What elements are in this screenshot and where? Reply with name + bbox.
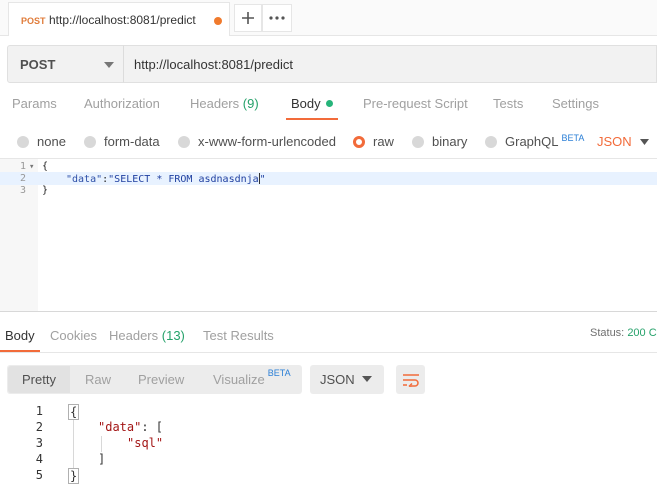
line-number: 2 — [35, 420, 43, 434]
request-tab-method: POST — [21, 16, 46, 26]
response-format-label: JSON — [320, 372, 355, 387]
tab-body[interactable]: Body — [291, 96, 333, 111]
new-tab-button[interactable] — [234, 4, 262, 32]
more-horizontal-icon — [269, 16, 285, 20]
response-line-1: { — [68, 404, 80, 420]
radio-raw-label: raw — [373, 134, 394, 149]
chevron-down-icon — [362, 376, 372, 382]
response-tab-headers[interactable]: Headers (13) — [109, 328, 185, 343]
url-input[interactable]: http://localhost:8081/predict — [123, 45, 657, 83]
tab-prerequest-script[interactable]: Pre-request Script — [363, 96, 468, 111]
radio-circle — [412, 135, 424, 148]
more-tabs-button[interactable] — [262, 4, 292, 32]
fold-arrow-icon[interactable]: ▾ — [29, 162, 34, 172]
request-tab-url: http://localhost:8081/predict — [49, 13, 196, 27]
json-punct: : [ — [141, 420, 164, 434]
indent-guide — [101, 436, 102, 452]
tab-body-label: Body — [291, 96, 321, 111]
chevron-down-icon — [104, 62, 114, 68]
json-key: "data" — [98, 420, 142, 434]
radio-binary-label: binary — [432, 134, 468, 149]
line-number: 3 — [35, 436, 43, 450]
wrap-lines-button[interactable] — [396, 365, 425, 394]
body-indicator-dot-icon — [325, 100, 333, 107]
code-line-3: } — [42, 185, 49, 196]
status-indicator: Status: 200 C — [590, 327, 657, 339]
response-line-4: ] — [98, 452, 106, 466]
method-select[interactable]: POST — [7, 45, 124, 83]
response-line-2: "data": [ — [98, 420, 163, 434]
radio-none-label: none — [37, 134, 66, 149]
radio-binary[interactable]: binary — [412, 134, 467, 149]
radio-circle — [485, 135, 497, 148]
line-number: 4 — [35, 452, 43, 466]
view-visualize-label: Visualize — [213, 372, 265, 387]
radio-form-data[interactable]: form-data — [84, 134, 160, 149]
unsaved-dot-icon — [214, 17, 222, 25]
status-label: Status: — [590, 327, 625, 339]
tab-settings[interactable]: Settings — [552, 96, 599, 111]
view-pretty-button[interactable]: Pretty — [22, 372, 56, 387]
active-tab-underline — [286, 118, 338, 120]
method-select-label: POST — [20, 57, 56, 72]
radio-circle — [178, 135, 190, 148]
radio-circle-selected — [353, 135, 365, 148]
response-line-3: "sql" — [127, 436, 164, 450]
line-number: 1 — [19, 161, 26, 172]
tab-headers-label: Headers — [190, 96, 240, 111]
response-format-select[interactable]: JSON — [310, 365, 384, 394]
tab-headers[interactable]: Headers (9) — [190, 96, 259, 111]
indent-guide — [73, 420, 74, 468]
radio-urlencoded-label: x-www-form-urlencoded — [198, 134, 336, 149]
tab-authorization[interactable]: Authorization — [84, 96, 160, 111]
radio-form-data-label: form-data — [104, 134, 160, 149]
response-divider — [0, 352, 657, 353]
plus-icon — [242, 12, 254, 24]
view-preview-button[interactable]: Preview — [138, 372, 184, 387]
radio-urlencoded[interactable]: x-www-form-urlencoded — [178, 134, 336, 149]
tab-headers-count: (9) — [242, 96, 259, 111]
response-tab-headers-count: (13) — [161, 328, 185, 343]
view-raw-button[interactable]: Raw — [85, 372, 111, 387]
response-tab-test-results[interactable]: Test Results — [203, 328, 274, 343]
response-tab-headers-label: Headers — [109, 328, 159, 343]
radio-circle — [17, 135, 29, 148]
view-visualize-button[interactable]: Visualize BETA — [213, 368, 291, 387]
json-key: "data" — [66, 174, 103, 185]
json-string: "SELECT * FROM asdnasdnja — [108, 174, 259, 185]
radio-circle — [84, 135, 96, 148]
status-code[interactable]: 200 C — [627, 327, 656, 339]
body-format-select[interactable]: JSON — [597, 134, 632, 149]
radio-raw[interactable]: raw — [353, 134, 394, 149]
request-tab[interactable]: POST http://localhost:8081/predict — [8, 2, 230, 36]
tab-tests[interactable]: Tests — [493, 96, 523, 111]
chevron-down-icon[interactable] — [640, 139, 649, 145]
tab-params[interactable]: Params — [12, 96, 57, 111]
line-number: 5 — [35, 468, 43, 482]
line-number: 1 — [35, 404, 43, 418]
wrap-lines-icon — [402, 373, 419, 387]
code-line-2: "data":"SELECT * FROM asdnasdnja" — [66, 173, 266, 185]
beta-badge: BETA — [267, 368, 291, 378]
line-number: 3 — [19, 185, 26, 196]
json-string-close: " — [259, 174, 266, 185]
radio-graphql-label: GraphQL — [505, 134, 559, 149]
response-tab-body[interactable]: Body — [5, 328, 35, 343]
radio-graphql[interactable]: GraphQL BETA — [485, 132, 585, 149]
beta-badge: BETA — [561, 132, 585, 143]
response-tab-cookies[interactable]: Cookies — [50, 328, 97, 343]
line-number: 2 — [19, 173, 26, 184]
code-line-1: { — [42, 161, 49, 172]
radio-none[interactable]: none — [17, 134, 66, 149]
response-line-5: } — [68, 468, 80, 484]
